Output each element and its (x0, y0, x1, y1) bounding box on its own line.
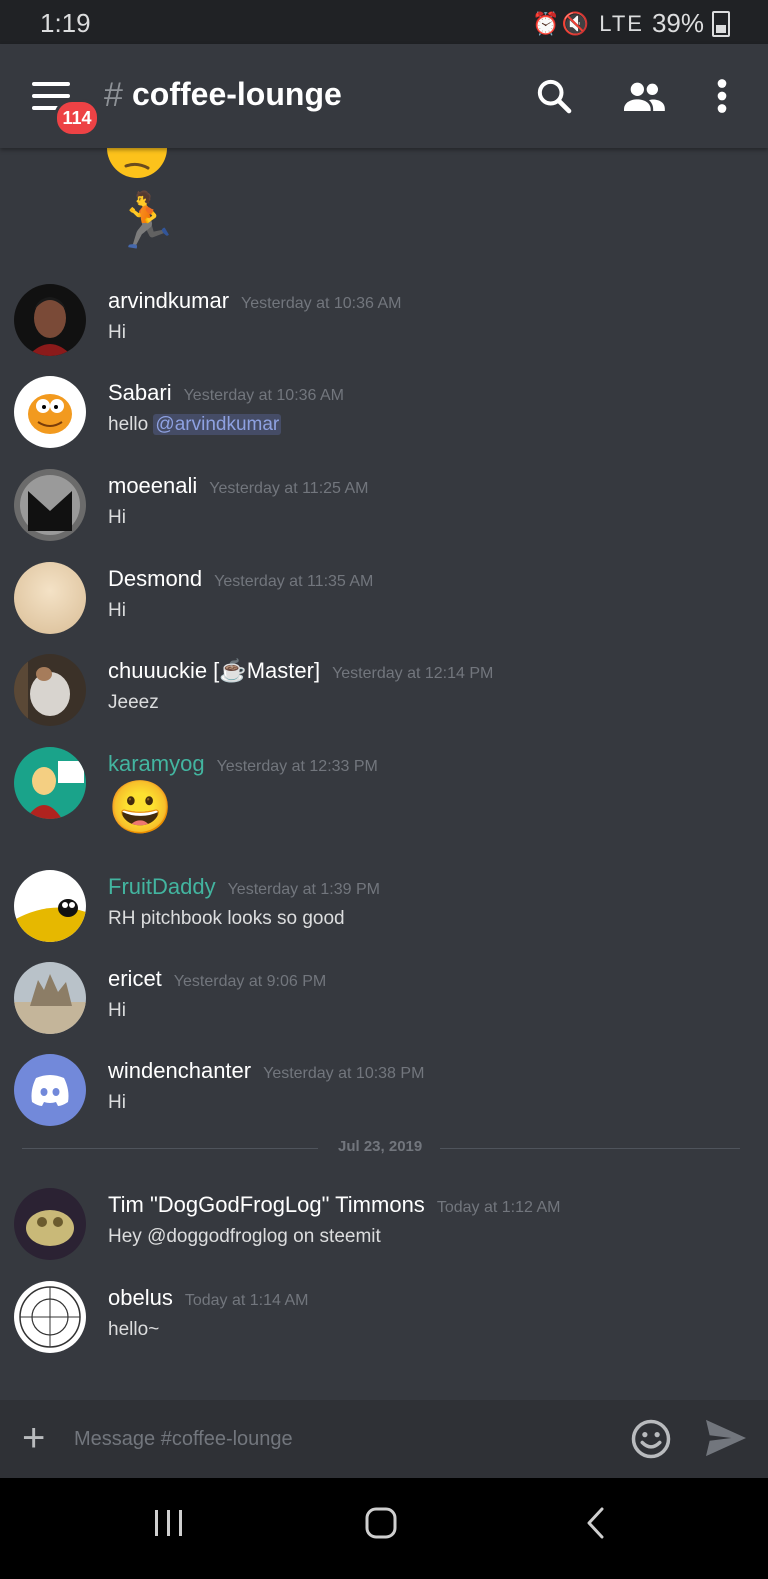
avatar[interactable] (14, 1188, 86, 1260)
system-nav-bar (0, 1478, 768, 1579)
channel-hash-icon: # (104, 76, 123, 114)
avatar[interactable] (14, 1281, 86, 1353)
message-text: Hey @doggodfroglog on steemit (108, 1226, 381, 1247)
status-bar: 1:19 ⏰🔇 LTE 39% (0, 0, 768, 44)
add-attachment-icon[interactable]: + (22, 1418, 45, 1458)
date-divider: Jul 23, 2019 (22, 1138, 740, 1155)
message-text: hello~ (108, 1319, 160, 1340)
username[interactable]: windenchanter (108, 1058, 251, 1083)
message-text: Hi (108, 322, 126, 343)
message-text: hello (108, 414, 154, 435)
timestamp: Yesterday at 11:25 AM (209, 480, 369, 497)
message-text: RH pitchbook looks so good (108, 908, 345, 929)
grinning-emoji: 😀 (108, 779, 173, 837)
message-text: Hi (108, 507, 126, 528)
avatar[interactable] (14, 469, 86, 541)
battery-percent: 39% (651, 8, 704, 38)
recent-apps-icon[interactable] (152, 1508, 186, 1538)
date-divider-label: Jul 23, 2019 (338, 1138, 423, 1155)
username[interactable]: obelus (108, 1285, 173, 1310)
status-time: 1:19 (40, 8, 91, 38)
avatar[interactable] (14, 747, 86, 819)
username[interactable]: chuuuckie [ (108, 658, 219, 683)
message-text: Hi (108, 1000, 126, 1021)
search-icon[interactable] (534, 76, 574, 116)
message-input[interactable]: Message #coffee-lounge (74, 1428, 293, 1451)
avatar[interactable] (14, 284, 86, 356)
message-text: Hi (108, 600, 126, 621)
rolling-eyes-emoji (107, 148, 167, 178)
timestamp: Yesterday at 1:39 PM (227, 881, 380, 898)
username[interactable]: FruitDaddy (108, 874, 216, 899)
battery-icon (712, 10, 730, 37)
timestamp: Yesterday at 12:33 PM (216, 758, 378, 775)
emoji-picker-icon[interactable] (630, 1418, 672, 1460)
username[interactable]: arvindkumar (108, 288, 229, 313)
more-vertical-icon[interactable] (702, 76, 742, 116)
avatar[interactable] (14, 870, 86, 942)
message-text: Hi (108, 1092, 126, 1113)
home-icon[interactable] (364, 1506, 398, 1540)
timestamp: Yesterday at 10:36 AM (183, 387, 344, 404)
timestamp: Yesterday at 11:35 AM (214, 573, 374, 590)
coffee-emoji: ☕ (219, 658, 247, 683)
username-suffix[interactable]: Master] (247, 658, 320, 683)
timestamp: Today at 1:12 AM (436, 1199, 561, 1216)
status-icons: ⏰🔇 LTE (532, 10, 644, 36)
timestamp: Yesterday at 9:06 PM (173, 973, 327, 990)
timestamp: Yesterday at 10:36 AM (241, 295, 402, 312)
avatar[interactable] (14, 376, 86, 448)
avatar[interactable] (14, 654, 86, 726)
members-icon[interactable] (622, 76, 666, 116)
send-icon[interactable] (704, 1418, 748, 1458)
message-composer: + Message #coffee-lounge (0, 1400, 768, 1478)
username[interactable]: moeenali (108, 473, 197, 498)
message-text: Jeeez (108, 692, 159, 713)
username[interactable]: karamyog (108, 751, 205, 776)
username[interactable]: Sabari (108, 380, 172, 405)
avatar[interactable] (14, 562, 86, 634)
username[interactable]: Desmond (108, 566, 202, 591)
username[interactable]: Tim "DogGodFrogLog" Timmons (108, 1192, 425, 1217)
timestamp: Yesterday at 10:38 PM (263, 1065, 425, 1082)
timestamp: Yesterday at 12:14 PM (332, 665, 494, 682)
runner-emoji: 🏃 (112, 191, 180, 251)
user-mention[interactable]: @arvindkumar (153, 414, 282, 435)
channel-header: 114 # coffee-lounge (0, 44, 768, 148)
notification-badge: 114 (54, 99, 100, 137)
back-icon[interactable] (584, 1506, 608, 1540)
username[interactable]: ericet (108, 966, 162, 991)
discord-default-avatar[interactable] (14, 1054, 86, 1126)
avatar[interactable] (14, 962, 86, 1034)
message-list[interactable]: 🏃 arvindkumar Yesterday at 10:36 AM Hi Sa… (0, 148, 768, 1400)
timestamp: Today at 1:14 AM (184, 1292, 309, 1309)
channel-title: coffee-lounge (132, 76, 342, 112)
